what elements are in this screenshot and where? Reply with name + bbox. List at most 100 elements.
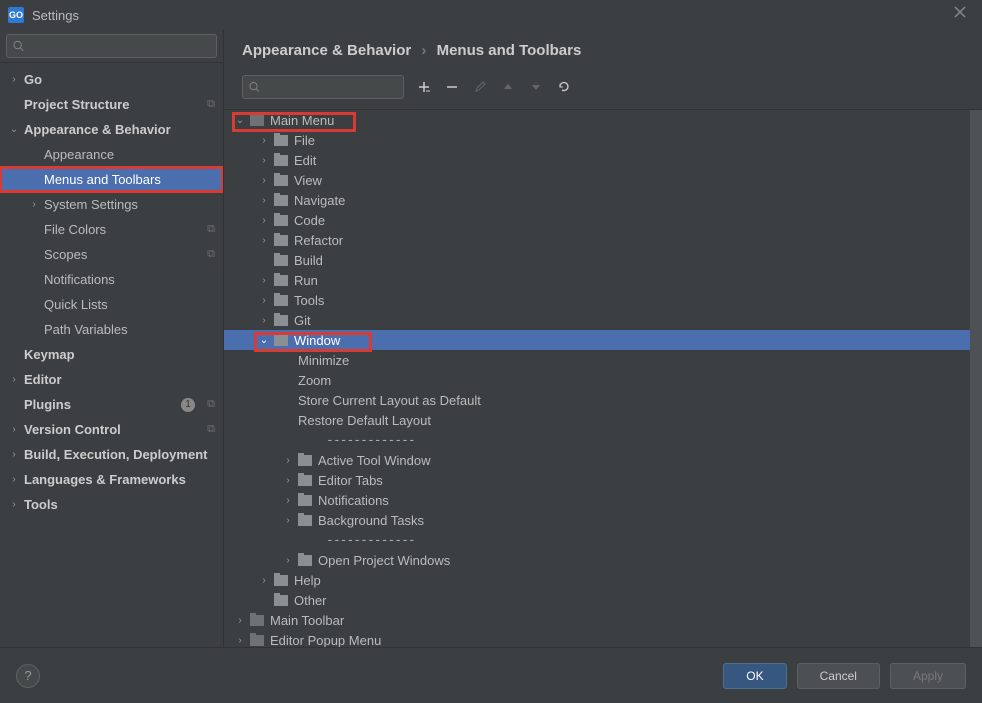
close-icon[interactable] bbox=[954, 6, 970, 22]
apply-button[interactable]: Apply bbox=[890, 663, 966, 689]
sidebar-item-label: Tools bbox=[24, 497, 223, 512]
tree-search-input[interactable] bbox=[264, 80, 397, 95]
app-logo: GO bbox=[8, 7, 24, 23]
tree-item-navigate[interactable]: ›Navigate bbox=[224, 190, 982, 210]
folder-icon bbox=[298, 555, 312, 566]
tree-item-label: Build bbox=[294, 253, 323, 268]
folder-icon bbox=[274, 315, 288, 326]
sidebar-item-label: Go bbox=[24, 72, 223, 87]
chevron-icon: › bbox=[258, 295, 270, 306]
tree-item-other[interactable]: Other bbox=[224, 590, 982, 610]
tree-item-label: Store Current Layout as Default bbox=[298, 393, 481, 408]
tree-item-open-project-windows[interactable]: ›Open Project Windows bbox=[224, 550, 982, 570]
copy-icon: ⧉ bbox=[207, 423, 215, 436]
help-button[interactable]: ? bbox=[16, 664, 40, 688]
tree-item-label: Main Menu bbox=[270, 113, 334, 128]
scrollbar[interactable] bbox=[970, 110, 982, 647]
sidebar-item-label: System Settings bbox=[44, 197, 223, 212]
tree-item-label: Minimize bbox=[298, 353, 349, 368]
tree-item-tools[interactable]: ›Tools bbox=[224, 290, 982, 310]
search-icon bbox=[249, 81, 260, 93]
tree-item-label: Window bbox=[294, 333, 340, 348]
tree-item-label: Refactor bbox=[294, 233, 343, 248]
folder-icon bbox=[274, 155, 288, 166]
chevron-icon: ⌄ bbox=[8, 124, 20, 135]
tree-item-help[interactable]: ›Help bbox=[224, 570, 982, 590]
sidebar-item-languages-frameworks[interactable]: ›Languages & Frameworks bbox=[0, 467, 223, 492]
chevron-icon: › bbox=[8, 424, 20, 435]
sidebar-item-version-control[interactable]: ›Version Control⧉ bbox=[0, 417, 223, 442]
tree-item-editor-tabs[interactable]: ›Editor Tabs bbox=[224, 470, 982, 490]
tree-item-main-menu[interactable]: ⌄ Main Menu bbox=[224, 110, 982, 130]
sidebar-item-notifications[interactable]: Notifications bbox=[0, 267, 223, 292]
ok-button[interactable]: OK bbox=[723, 663, 786, 689]
sidebar-item-go[interactable]: ›Go bbox=[0, 67, 223, 92]
chevron-icon: › bbox=[282, 555, 294, 566]
sidebar-item-quick-lists[interactable]: Quick Lists bbox=[0, 292, 223, 317]
chevron-icon: › bbox=[8, 499, 20, 510]
tree-item-editor-popup-menu[interactable]: › Editor Popup Menu bbox=[224, 630, 982, 647]
tree-item-edit[interactable]: ›Edit bbox=[224, 150, 982, 170]
tree-item-notifications[interactable]: ›Notifications bbox=[224, 490, 982, 510]
tree-item-label: Edit bbox=[294, 153, 316, 168]
move-down-icon bbox=[528, 79, 544, 95]
sidebar-item-build-execution-deployment[interactable]: ›Build, Execution, Deployment bbox=[0, 442, 223, 467]
cancel-button[interactable]: Cancel bbox=[797, 663, 880, 689]
sidebar-item-appearance-behavior[interactable]: ⌄Appearance & Behavior bbox=[0, 117, 223, 142]
tree-item-refactor[interactable]: ›Refactor bbox=[224, 230, 982, 250]
tree-item-file[interactable]: ›File bbox=[224, 130, 982, 150]
sidebar-item-appearance[interactable]: Appearance bbox=[0, 142, 223, 167]
tree-item-code[interactable]: ›Code bbox=[224, 210, 982, 230]
sidebar-item-menus-and-toolbars[interactable]: Menus and Toolbars bbox=[0, 167, 223, 192]
sidebar-item-tools[interactable]: › Tools bbox=[0, 492, 223, 517]
tree-item-main-toolbar[interactable]: ›Main Toolbar bbox=[224, 610, 982, 630]
sidebar-item-editor[interactable]: ›Editor bbox=[0, 367, 223, 392]
remove-icon[interactable] bbox=[444, 79, 460, 95]
folder-icon bbox=[274, 215, 288, 226]
tree-item-build[interactable]: Build bbox=[224, 250, 982, 270]
search-icon bbox=[13, 40, 24, 52]
chevron-icon: ⌄ bbox=[234, 115, 246, 126]
tree-item-restore-default-layout[interactable]: Restore Default Layout bbox=[224, 410, 982, 430]
window-title: Settings bbox=[32, 8, 79, 23]
edit-icon bbox=[472, 79, 488, 95]
chevron-icon: › bbox=[8, 449, 20, 460]
tree-item-label: Restore Default Layout bbox=[298, 413, 431, 428]
tree-item-label: View bbox=[294, 173, 322, 188]
folder-icon bbox=[298, 455, 312, 466]
tree-item-run[interactable]: ›Run bbox=[224, 270, 982, 290]
tree-item-zoom[interactable]: Zoom bbox=[224, 370, 982, 390]
tree-item-active-tool-window[interactable]: ›Active Tool Window bbox=[224, 450, 982, 470]
folder-icon bbox=[274, 295, 288, 306]
chevron-icon: › bbox=[234, 635, 246, 646]
sidebar-item-file-colors[interactable]: File Colors⧉ bbox=[0, 217, 223, 242]
folder-icon bbox=[274, 595, 288, 606]
sidebar-item-system-settings[interactable]: › System Settings bbox=[0, 192, 223, 217]
sidebar-item-project-structure[interactable]: Project Structure⧉ bbox=[0, 92, 223, 117]
chevron-icon: › bbox=[8, 374, 20, 385]
sidebar-item-label: Notifications bbox=[44, 272, 223, 287]
folder-icon bbox=[250, 635, 264, 646]
sidebar-search[interactable] bbox=[6, 34, 217, 58]
tree-item-git[interactable]: ›Git bbox=[224, 310, 982, 330]
chevron-icon: › bbox=[28, 199, 40, 210]
chevron-icon: › bbox=[258, 275, 270, 286]
sidebar-item-scopes[interactable]: Scopes⧉ bbox=[0, 242, 223, 267]
sidebar-item-plugins[interactable]: Plugins1⧉ bbox=[0, 392, 223, 417]
tree-item-window[interactable]: ⌄Window bbox=[224, 330, 982, 350]
tree-item-background-tasks[interactable]: ›Background Tasks bbox=[224, 510, 982, 530]
add-icon[interactable] bbox=[416, 79, 432, 95]
sidebar-item-keymap[interactable]: Keymap bbox=[0, 342, 223, 367]
tree-search[interactable] bbox=[242, 75, 404, 99]
breadcrumb-parent[interactable]: Appearance & Behavior bbox=[242, 42, 411, 59]
tree-item-minimize[interactable]: Minimize bbox=[224, 350, 982, 370]
sidebar-search-input[interactable] bbox=[28, 39, 210, 53]
tree-item-view[interactable]: ›View bbox=[224, 170, 982, 190]
toolbar bbox=[224, 71, 982, 109]
folder-icon bbox=[298, 475, 312, 486]
sidebar-item-label: Keymap bbox=[24, 347, 223, 362]
reset-icon[interactable] bbox=[556, 79, 572, 95]
sidebar-item-path-variables[interactable]: Path Variables bbox=[0, 317, 223, 342]
tree-item-label: Editor Popup Menu bbox=[270, 633, 381, 648]
tree-item-store-current-layout-as-default[interactable]: Store Current Layout as Default bbox=[224, 390, 982, 410]
